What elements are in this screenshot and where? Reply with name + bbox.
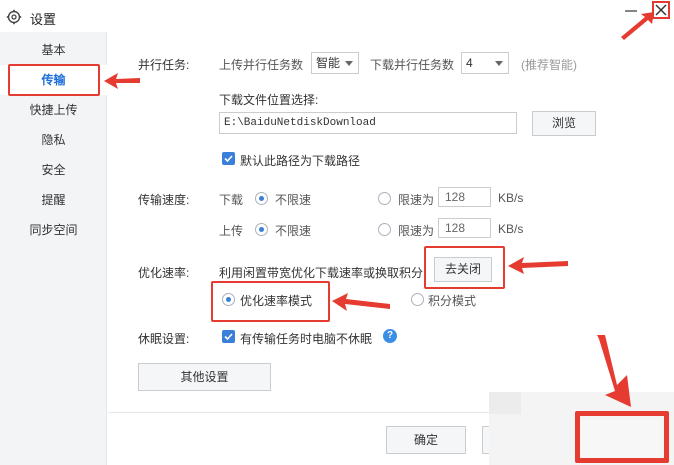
upload-parallel-value: 智能 bbox=[316, 56, 341, 70]
points-mode-radio[interactable] bbox=[411, 293, 424, 306]
sidebar-item-sync-space[interactable]: 同步空间 bbox=[0, 215, 107, 245]
check-icon bbox=[224, 333, 233, 341]
parallel-label: 并行任务: bbox=[138, 58, 190, 72]
upload-parallel-label: 上传并行任务数 bbox=[219, 58, 304, 72]
close-optimize-button[interactable]: 去关闭 bbox=[434, 257, 492, 282]
upload-speed-label: 上传 bbox=[219, 224, 244, 238]
upload-limit-input[interactable]: 128 bbox=[438, 218, 491, 238]
download-limit-input[interactable]: 128 bbox=[438, 187, 491, 207]
browse-button[interactable]: 浏览 bbox=[532, 111, 596, 136]
optimize-label: 优化速率: bbox=[138, 266, 190, 280]
close-button[interactable] bbox=[652, 1, 670, 19]
download-location-label: 下载文件位置选择: bbox=[219, 93, 319, 107]
download-limit-label: 限速为 bbox=[398, 193, 435, 207]
chevron-down-icon bbox=[345, 61, 353, 66]
no-sleep-checkbox[interactable] bbox=[222, 330, 235, 343]
upload-unit: KB/s bbox=[498, 222, 524, 236]
upload-unlimited-label: 不限速 bbox=[275, 224, 312, 238]
sidebar-item-transfer[interactable]: 传输 bbox=[0, 65, 107, 95]
upload-limit-radio[interactable] bbox=[378, 223, 391, 236]
gear-icon bbox=[6, 9, 22, 25]
optimize-mode-label: 优化速率模式 bbox=[240, 294, 313, 308]
other-settings-button[interactable]: 其他设置 bbox=[138, 363, 271, 391]
close-icon bbox=[655, 4, 667, 16]
sidebar: 基本 传输 快捷上传 隐私 安全 提醒 同步空间 bbox=[0, 32, 107, 465]
window-title: 设置 bbox=[30, 12, 57, 27]
chevron-down-icon bbox=[495, 61, 503, 66]
upload-parallel-select[interactable]: 智能 bbox=[311, 52, 359, 74]
optimize-mode-radio[interactable] bbox=[222, 293, 235, 306]
arrow-left-icon bbox=[332, 293, 390, 311]
download-unlimited-label: 不限速 bbox=[275, 193, 312, 207]
download-path-input[interactable]: E:\BaiduNetdiskDownload bbox=[219, 112, 517, 134]
download-parallel-label: 下载并行任务数 bbox=[370, 58, 455, 72]
sleep-label: 休眠设置: bbox=[138, 332, 190, 346]
speed-label: 传输速度: bbox=[138, 193, 190, 207]
arrow-left-icon bbox=[104, 73, 140, 89]
sidebar-item-privacy[interactable]: 隐私 bbox=[0, 125, 107, 155]
upload-limit-label: 限速为 bbox=[398, 224, 435, 238]
sidebar-item-quick-upload[interactable]: 快捷上传 bbox=[0, 95, 107, 125]
points-mode-label: 积分模式 bbox=[428, 294, 477, 308]
default-path-checkbox[interactable] bbox=[222, 152, 235, 165]
download-limit-radio[interactable] bbox=[378, 192, 391, 205]
title-bar: 设置 bbox=[0, 0, 674, 32]
download-unlimited-radio[interactable] bbox=[255, 192, 268, 205]
sidebar-item-basic[interactable]: 基本 bbox=[0, 35, 107, 65]
download-unit: KB/s bbox=[498, 191, 524, 205]
upload-unlimited-radio[interactable] bbox=[255, 223, 268, 236]
no-sleep-label: 有传输任务时电脑不休眠 bbox=[240, 332, 373, 346]
download-parallel-select[interactable]: 4 bbox=[461, 52, 509, 74]
obscured-area-block bbox=[580, 420, 660, 460]
check-icon bbox=[224, 155, 233, 163]
sidebar-item-reminder[interactable]: 提醒 bbox=[0, 185, 107, 215]
minimize-icon[interactable] bbox=[622, 2, 640, 20]
sidebar-item-security[interactable]: 安全 bbox=[0, 155, 107, 185]
arrow-left-icon bbox=[508, 257, 568, 274]
help-icon[interactable]: ? bbox=[383, 329, 397, 343]
optimize-description: 利用闲置带宽优化下载速率或换取积分 bbox=[219, 266, 424, 280]
parallel-hint: (推荐智能) bbox=[521, 58, 577, 72]
download-parallel-value: 4 bbox=[466, 56, 473, 70]
default-path-label: 默认此路径为下载路径 bbox=[240, 154, 361, 168]
obscured-area-block bbox=[489, 392, 521, 414]
ok-button[interactable]: 确定 bbox=[386, 426, 466, 454]
download-speed-label: 下载 bbox=[219, 193, 244, 207]
